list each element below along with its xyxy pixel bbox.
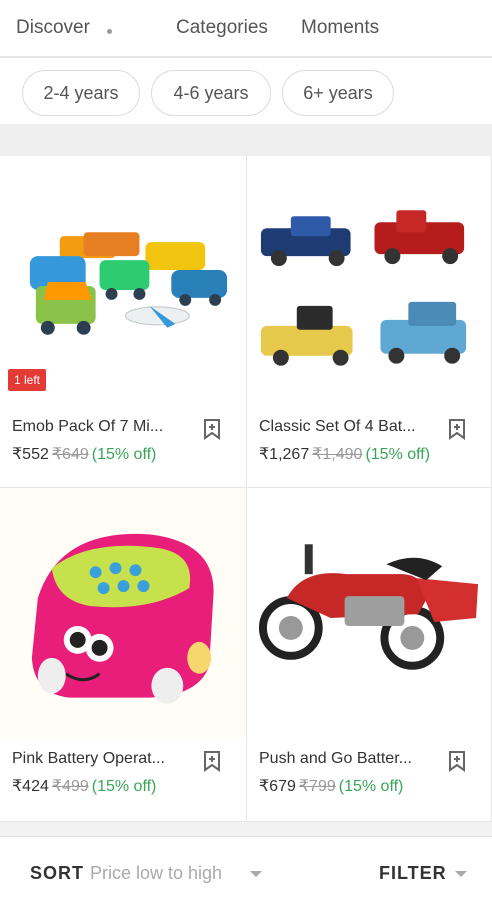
price-discount: (15% off) <box>91 446 157 463</box>
age-chip-4-6[interactable]: 4-6 years <box>151 70 271 116</box>
age-filter-bar: 2-4 years 4-6 years 6+ years <box>0 60 492 124</box>
tab-categories[interactable]: Categories <box>176 17 268 39</box>
product-card-4[interactable]: Push and Go Batter... ₹679 ₹799 (15% off) <box>247 488 492 822</box>
product-price: ₹1,267 ₹1,490 (15% off) <box>259 444 430 464</box>
bookmark-icon[interactable] <box>202 418 222 440</box>
dropdown-dot-icon <box>107 29 112 34</box>
product-image-classic-cars <box>260 210 467 366</box>
price-current: ₹679 <box>259 778 296 795</box>
price-original: ₹499 <box>51 778 89 795</box>
price-discount: (15% off) <box>338 778 404 795</box>
price-original: ₹799 <box>298 778 336 795</box>
tab-moments[interactable]: Moments <box>301 17 379 39</box>
bookmark-icon[interactable] <box>447 418 467 440</box>
product-name: Classic Set Of 4 Bat... <box>259 418 416 435</box>
bookmark-icon[interactable] <box>447 750 467 772</box>
price-original: ₹649 <box>51 446 89 463</box>
section-divider <box>0 124 492 156</box>
product-name: Pink Battery Operat... <box>12 750 165 767</box>
price-current: ₹424 <box>12 778 49 795</box>
sort-filter-bar: SORT Price low to high FILTER <box>0 836 492 900</box>
filter-button[interactable]: FILTER <box>379 863 447 884</box>
product-image-motorbike <box>258 544 479 670</box>
tab-discover[interactable]: Discover <box>16 17 90 39</box>
product-card-2[interactable]: Classic Set Of 4 Bat... ₹1,267 ₹1,490 (15%… <box>247 156 492 488</box>
age-chip-6-plus[interactable]: 6+ years <box>282 70 394 116</box>
price-discount: (15% off) <box>91 778 157 795</box>
product-card-3[interactable]: Pink Battery Operat... ₹424 ₹499 (15% off) <box>0 488 247 822</box>
top-tab-bar: Discover Categories Moments <box>0 0 492 58</box>
product-name: Push and Go Batter... <box>259 750 412 767</box>
age-chip-2-4[interactable]: 2-4 years <box>22 70 140 116</box>
bookmark-icon[interactable] <box>202 750 222 772</box>
product-price: ₹552 ₹649 (15% off) <box>12 444 156 464</box>
list-divider <box>0 822 492 836</box>
price-current: ₹1,267 <box>259 446 310 463</box>
product-image-pink-phone-car <box>0 488 246 738</box>
product-card-1[interactable]: 1 left Emob Pack Of 7 Mi... ₹552 ₹649 (15%… <box>0 156 247 488</box>
product-name: Emob Pack Of 7 Mi... <box>12 418 164 435</box>
stock-badge: 1 left <box>8 369 47 391</box>
price-original: ₹1,490 <box>312 446 363 463</box>
sort-chevron-down-icon[interactable] <box>250 871 262 877</box>
product-price: ₹424 ₹499 (15% off) <box>12 776 156 796</box>
product-price: ₹679 ₹799 (15% off) <box>259 776 403 796</box>
sort-label[interactable]: SORT <box>30 863 84 884</box>
price-current: ₹552 <box>12 446 49 463</box>
sort-value[interactable]: Price low to high <box>90 863 222 884</box>
price-discount: (15% off) <box>365 446 431 463</box>
filter-chevron-down-icon[interactable] <box>455 871 467 877</box>
